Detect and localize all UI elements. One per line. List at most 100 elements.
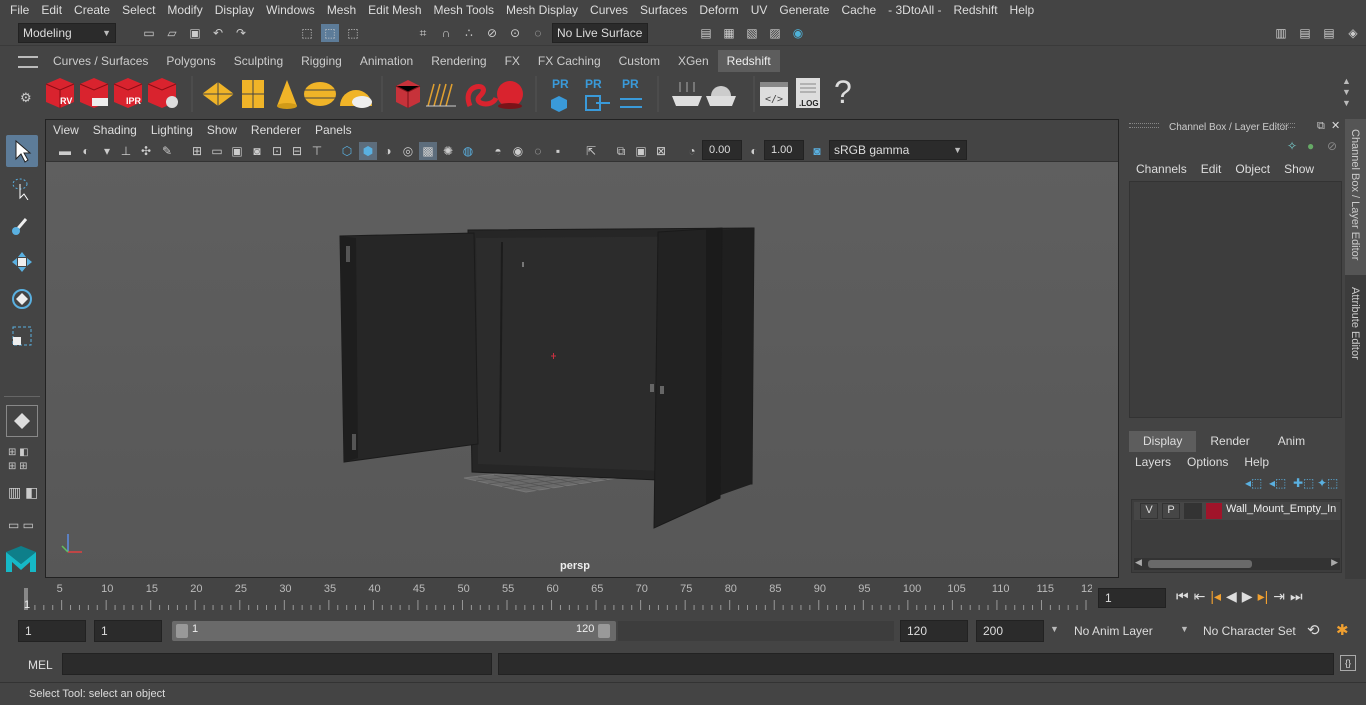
viewport-menu-lighting[interactable]: Lighting [144, 123, 200, 137]
frame-selected-icon[interactable]: ⊠ [652, 142, 670, 160]
default-light-icon[interactable]: ◑ [379, 142, 397, 160]
move-tool-icon[interactable] [6, 246, 38, 278]
menu-modify[interactable]: Modify [161, 0, 208, 20]
layer-playback-toggle[interactable]: P [1162, 503, 1180, 519]
ambient-occlusion-icon[interactable]: ◍ [459, 142, 477, 160]
wireframe-icon[interactable]: ⬡ [338, 142, 356, 160]
step-forward-frame-icon[interactable]: ▸| [1258, 588, 1269, 605]
select-tool-icon[interactable] [6, 135, 38, 167]
new-layer-selected-icon[interactable]: ✦⬚ [1317, 476, 1338, 490]
frame-all-icon[interactable]: ▣ [632, 142, 650, 160]
shelf-tab-polygons[interactable]: Polygons [157, 50, 225, 72]
rs-sphere-icon[interactable] [497, 81, 523, 109]
animation-preferences-icon[interactable]: ✱ [1336, 621, 1349, 639]
layer-visibility-toggle[interactable]: V [1140, 503, 1158, 519]
playback-end-field[interactable]: 120 [900, 620, 968, 642]
menu-file[interactable]: File [4, 0, 35, 20]
shelf-tab-animation[interactable]: Animation [350, 50, 423, 72]
render-view-icon[interactable]: ▨ [766, 24, 784, 42]
play-backward-icon[interactable]: ◀ [1226, 588, 1237, 605]
shelf-tab-custom[interactable]: Custom [609, 50, 669, 72]
snap-curve-icon[interactable]: ∩ [437, 24, 455, 42]
layer-tab-render[interactable]: Render [1196, 431, 1264, 452]
character-set-dropdown-arrow-icon[interactable]: ▼ [1180, 624, 1189, 634]
viewport-menu-shading[interactable]: Shading [86, 123, 144, 137]
tab-attribute-editor[interactable]: Attribute Editor [1345, 279, 1366, 379]
anim-layer-label[interactable]: No Anim Layer [1074, 624, 1153, 638]
gate-mask-icon[interactable]: ◙ [248, 142, 266, 160]
undo-icon[interactable]: ↶ [209, 24, 227, 42]
use-all-lights-icon[interactable]: ▩ [419, 142, 437, 160]
live-surface-field[interactable]: No Live Surface [552, 23, 648, 43]
shadows-icon[interactable]: ✺ [439, 142, 457, 160]
layer-menu-layers[interactable]: Layers [1135, 455, 1187, 469]
current-frame-field[interactable]: 1 [1098, 588, 1166, 608]
rotate-tool-icon[interactable] [6, 283, 38, 315]
xray-joints-icon[interactable]: ◉ [509, 142, 527, 160]
color-space-dropdown[interactable]: sRGB gamma ▼ [829, 140, 967, 160]
image-plane-icon[interactable]: ⊥ [117, 142, 135, 160]
shelf-settings-icon[interactable]: ⚙ [20, 90, 32, 106]
isolate-select-icon[interactable]: ⇱ [582, 142, 600, 160]
channel-key-icon[interactable]: ✧ [1287, 139, 1297, 153]
menu-cache[interactable]: Cache [835, 0, 882, 20]
toggle-channel-box-icon[interactable]: ◈ [1344, 24, 1362, 42]
film-gate-icon[interactable]: ▭ [208, 142, 226, 160]
viewport-canvas[interactable]: persp [46, 162, 1118, 577]
rs-bake-options-icon[interactable] [706, 86, 736, 106]
channel-list-area[interactable] [1129, 181, 1342, 418]
safe-action-icon[interactable]: ⊟ [288, 142, 306, 160]
camera-select-icon[interactable]: ▬ [56, 142, 74, 160]
channel-menu-show[interactable]: Show [1277, 162, 1321, 176]
menu-mesh-display[interactable]: Mesh Display [500, 0, 584, 20]
layer-row[interactable]: V P Wall_Mount_Empty_In [1134, 502, 1340, 520]
snap-surface-icon[interactable]: ⊙ [506, 24, 524, 42]
script-editor-icon[interactable]: {} [1340, 655, 1356, 671]
select-by-component-icon[interactable]: ⬚ [344, 24, 362, 42]
float-panel-icon[interactable]: ⧉ [1317, 120, 1325, 133]
range-end-handle[interactable] [598, 624, 610, 638]
channel-menu-edit[interactable]: Edit [1194, 162, 1229, 176]
step-back-frame-icon[interactable]: |◂ [1210, 588, 1221, 605]
rs-spot-light-icon[interactable] [277, 80, 297, 109]
viewport-menu-view[interactable]: View [46, 123, 86, 137]
xray-components-icon[interactable]: ◌ [529, 142, 547, 160]
scale-tool-icon[interactable] [6, 320, 38, 352]
save-scene-icon[interactable]: ▣ [186, 24, 204, 42]
xray-icon[interactable]: ◓ [489, 142, 507, 160]
rs-dome-light-icon[interactable] [340, 90, 372, 108]
time-ruler[interactable]: 5 10 15 20 25 30 35 40 45 50 55 60 65 70 75 80 85 90 95 100… [0, 580, 1092, 614]
rs-area-light-icon[interactable] [304, 82, 336, 106]
menu-redshift[interactable]: Redshift [948, 0, 1004, 20]
menu-mesh-tools[interactable]: Mesh Tools [428, 0, 500, 20]
snap-point-icon[interactable]: ∴ [460, 24, 478, 42]
safe-title-icon[interactable]: ⊤ [308, 142, 326, 160]
shelf-tab-fx-caching[interactable]: FX Caching [528, 50, 610, 72]
rs-render-settings-icon[interactable] [147, 78, 178, 108]
channel-sync-icon[interactable]: ● [1307, 139, 1314, 153]
snap-view-plane-icon[interactable]: ⊘ [483, 24, 501, 42]
layer-name[interactable]: Wall_Mount_Empty_In [1226, 503, 1340, 515]
gamma-icon[interactable]: ◐ [745, 142, 763, 160]
panel-grip-icon[interactable] [1129, 123, 1159, 128]
lasso-tool-icon[interactable] [6, 172, 38, 204]
layer-type-toggle[interactable] [1184, 503, 1202, 519]
rs-bake-icon[interactable] [672, 82, 702, 106]
viewport-menu-renderer[interactable]: Renderer [244, 123, 308, 137]
move-layer-down-icon[interactable]: ◂⬚ [1269, 476, 1286, 490]
open-scene-icon[interactable]: ▱ [163, 24, 181, 42]
start-time-field[interactable]: 1 [18, 620, 86, 642]
select-by-hierarchy-icon[interactable]: ⬚ [298, 24, 316, 42]
shelf-tab-curves-surfaces[interactable]: Curves / Surfaces [44, 50, 158, 72]
new-layer-icon[interactable]: ✚⬚ [1293, 476, 1314, 490]
go-to-end-icon[interactable]: ⏭ [1290, 588, 1303, 605]
mode-selector[interactable]: Modeling ▼ [18, 23, 116, 43]
smooth-shade-icon[interactable]: ⬢ [359, 142, 377, 160]
rs-pr-export-icon[interactable] [585, 95, 610, 111]
shelf-menu-icon[interactable] [18, 56, 38, 68]
field-chart-icon[interactable]: ⊡ [268, 142, 286, 160]
viewport-menu-show[interactable]: Show [200, 123, 244, 137]
exposure-icon[interactable]: ◔ [683, 142, 701, 160]
rs-pr-convert-icon[interactable] [620, 98, 642, 108]
playback-start-field[interactable]: 1 [94, 620, 162, 642]
